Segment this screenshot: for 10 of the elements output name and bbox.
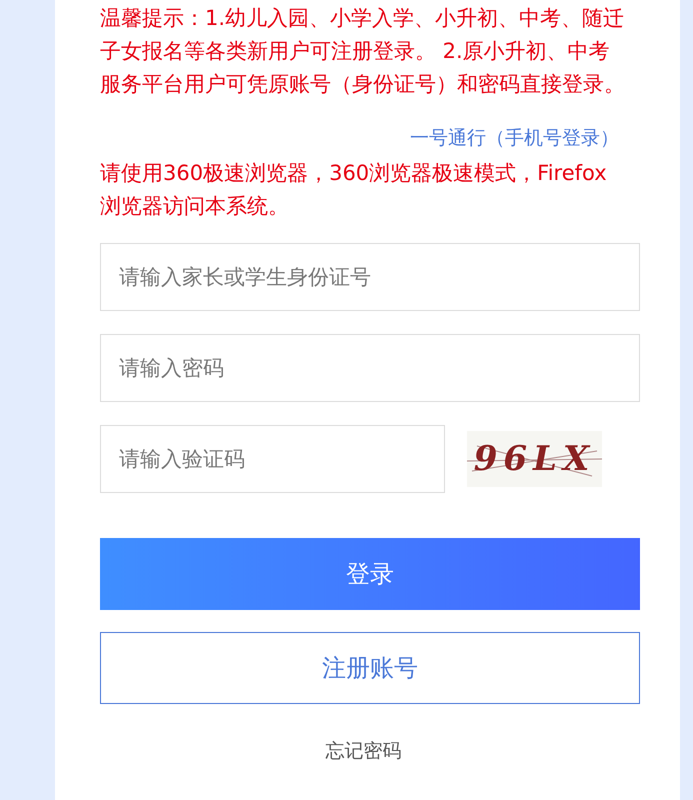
password-field[interactable]: 请输入密码	[100, 334, 640, 402]
register-button[interactable]: 注册账号	[100, 632, 640, 704]
phone-login-link[interactable]: 一号通行（手机号登录）	[410, 125, 619, 151]
captcha-image[interactable]: 96LX	[467, 431, 602, 487]
login-button[interactable]: 登录	[100, 538, 640, 610]
forgot-password-link[interactable]: 忘记密码	[326, 738, 402, 764]
captcha-field[interactable]: 请输入验证码	[100, 425, 445, 493]
browser-notice: 请使用360极速浏览器，360浏览器极速模式，Firefox浏览器访问本系统。	[100, 160, 608, 220]
id-number-field[interactable]: 请输入家长或学生身份证号	[100, 243, 640, 311]
notice-text: 温馨提示：1.幼儿入园、小学入学、小升初、中考、随迁子女报名等各类新用户可注册登录。 2.原小升初、中考服务平台用户可凭原账号（身份证号）和密码直接登录。	[100, 5, 626, 98]
